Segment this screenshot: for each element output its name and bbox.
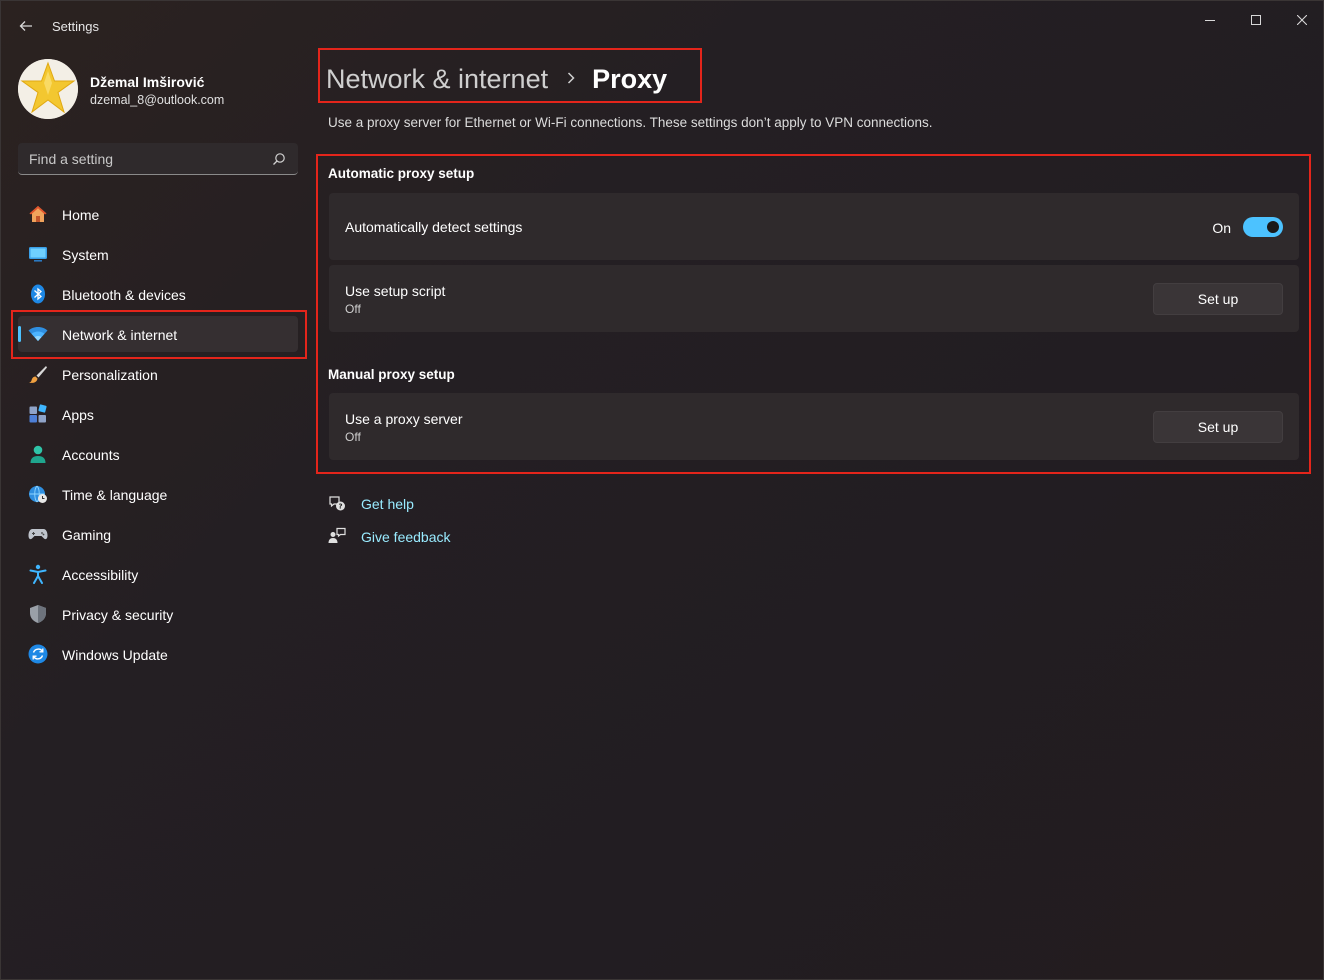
app-title: Settings (52, 19, 99, 34)
sidebar-item-label: Home (62, 207, 100, 223)
user-profile[interactable]: Džemal Imširović dzemal_8@outlook.com (18, 59, 298, 121)
title-bar: Settings (1, 1, 1323, 47)
sidebar-item-system[interactable]: System (18, 236, 298, 272)
back-button[interactable] (13, 13, 39, 39)
give-feedback-text[interactable]: Give feedback (361, 529, 451, 545)
system-icon (29, 247, 47, 262)
sidebar-nav: Home System Bluetooth & devices Network … (18, 196, 298, 676)
page-title: Proxy (592, 63, 668, 94)
setup-script-label: Use setup script (345, 283, 446, 299)
manual-proxy-heading: Manual proxy setup (328, 367, 455, 382)
sidebar-item-label: System (62, 247, 109, 263)
minimize-icon (1205, 20, 1215, 21)
wifi-icon (28, 326, 48, 341)
user-email: dzemal_8@outlook.com (90, 93, 225, 107)
accessibility-icon (29, 564, 47, 584)
search-box[interactable]: Find a setting (18, 143, 298, 175)
sidebar-item-label: Personalization (62, 367, 158, 383)
search-input[interactable]: Find a setting (29, 151, 113, 167)
brush-icon (29, 366, 47, 383)
setup-script-status: Off (345, 302, 361, 316)
sidebar-item-accessibility[interactable]: Accessibility (18, 556, 298, 592)
selection-indicator (18, 326, 21, 342)
sidebar-item-accounts[interactable]: Accounts (18, 436, 298, 472)
sidebar-item-gaming[interactable]: Gaming (18, 516, 298, 552)
sidebar-item-label: Bluetooth & devices (62, 287, 186, 303)
sidebar-item-home[interactable]: Home (18, 196, 298, 232)
sidebar-item-label: Accessibility (62, 567, 139, 583)
sidebar-item-label: Privacy & security (62, 607, 174, 623)
search-icon[interactable] (272, 152, 286, 166)
auto-detect-label: Automatically detect settings (345, 219, 523, 235)
proxy-server-card: Use a proxy server Off Set up (329, 393, 1299, 460)
user-name: Džemal Imširović (90, 74, 205, 90)
setup-script-card: Use setup script Off Set up (329, 265, 1299, 332)
shield-icon (30, 605, 46, 623)
breadcrumb-parent[interactable]: Network & internet (326, 64, 548, 95)
help-icon: ? (329, 496, 345, 511)
get-help-text[interactable]: Get help (361, 496, 414, 512)
avatar (18, 59, 78, 119)
sidebar-item-label: Windows Update (62, 647, 168, 663)
gamepad-icon (28, 529, 48, 540)
sidebar-item-network[interactable]: Network & internet (18, 316, 298, 352)
sidebar-item-bluetooth[interactable]: Bluetooth & devices (18, 276, 298, 312)
auto-detect-state: On (1212, 220, 1231, 236)
toggle-knob (1267, 221, 1279, 233)
svg-text:?: ? (338, 503, 342, 511)
sidebar-item-label: Gaming (62, 527, 112, 543)
proxy-server-label: Use a proxy server (345, 411, 463, 427)
sidebar-item-personalization[interactable]: Personalization (18, 356, 298, 392)
sidebar-item-label: Accounts (62, 447, 120, 463)
setup-script-button[interactable]: Set up (1153, 283, 1283, 315)
close-button[interactable] (1279, 7, 1324, 33)
bluetooth-icon (31, 284, 45, 304)
sidebar-item-privacy-security[interactable]: Privacy & security (18, 596, 298, 632)
maximize-icon (1251, 15, 1261, 25)
star-avatar-icon (18, 59, 78, 119)
sidebar-item-label: Apps (62, 407, 94, 423)
minimize-button[interactable] (1187, 7, 1233, 33)
maximize-button[interactable] (1233, 7, 1279, 33)
settings-window: Settings Džemal Imširović dzemal_8@outlo… (0, 0, 1324, 980)
auto-detect-toggle[interactable] (1243, 217, 1283, 237)
auto-detect-card: Automatically detect settings On (329, 193, 1299, 260)
close-icon (1297, 15, 1307, 25)
breadcrumb: Network & internet Proxy (326, 59, 667, 99)
person-icon (30, 445, 46, 463)
globe-clock-icon (29, 485, 47, 503)
proxy-server-status: Off (345, 430, 361, 444)
apps-icon (29, 404, 47, 423)
update-icon (28, 644, 48, 664)
page-description: Use a proxy server for Ethernet or Wi-Fi… (328, 115, 933, 130)
sidebar-item-apps[interactable]: Apps (18, 396, 298, 432)
sidebar-item-windows-update[interactable]: Windows Update (18, 636, 298, 672)
sidebar-item-time-language[interactable]: Time & language (18, 476, 298, 512)
proxy-server-setup-button[interactable]: Set up (1153, 411, 1283, 443)
back-arrow-icon (19, 21, 32, 31)
chevron-right-icon (566, 68, 576, 91)
home-icon (29, 206, 47, 222)
automatic-proxy-heading: Automatic proxy setup (328, 166, 475, 181)
sidebar-item-label: Network & internet (62, 327, 178, 343)
feedback-icon (328, 527, 346, 543)
sidebar-item-label: Time & language (62, 487, 168, 503)
